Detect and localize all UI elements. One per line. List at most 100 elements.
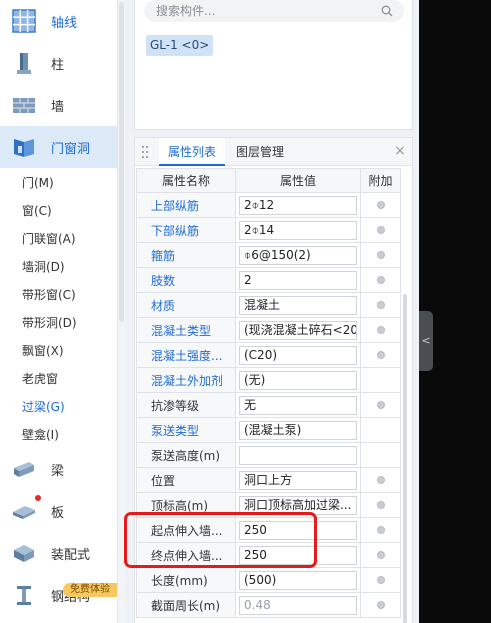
property-value-field[interactable]: 2	[239, 270, 357, 290]
property-value-field[interactable]: ⌽6@150(2)	[239, 245, 357, 265]
nav-sub-item[interactable]: 门(M)	[22, 173, 54, 193]
nav-category-prefab[interactable]: 装配式	[0, 532, 117, 574]
property-value-cell: (无)	[235, 367, 361, 393]
nav-category-label: 柱	[51, 57, 65, 73]
nav-category-axis[interactable]: 轴线	[0, 0, 117, 42]
component-list-panel: GL-1 <0>	[134, 0, 413, 130]
property-value-field[interactable]: 混凝土	[239, 295, 357, 315]
collapse-panel-button[interactable]: <	[419, 311, 433, 371]
nav-sub-item[interactable]: 门联窗(A)	[22, 229, 76, 249]
property-value-field[interactable]: 无	[239, 395, 357, 415]
extra-radio-icon[interactable]	[376, 251, 385, 259]
column-header-name: 属性名称	[136, 168, 236, 193]
nav-sub-item[interactable]: 窗(C)	[22, 201, 52, 221]
property-name[interactable]: 混凝土外加剂	[136, 367, 236, 393]
property-extra-cell	[360, 292, 401, 318]
drag-handle-icon[interactable]	[141, 145, 149, 159]
property-name[interactable]: 混凝土类型	[136, 317, 236, 343]
property-extra-cell	[360, 367, 401, 393]
property-extra-cell	[360, 417, 401, 443]
property-value-cell	[235, 442, 361, 468]
prefab-icon	[14, 545, 34, 562]
free-trial-badge[interactable]: 免费体验	[63, 583, 117, 597]
property-name: 长度(mm)	[136, 567, 236, 593]
component-item[interactable]: GL-1 <0>	[146, 35, 214, 56]
beam-icon	[14, 462, 34, 477]
property-value-field[interactable]: (混凝土泵)	[239, 420, 357, 440]
extra-radio-icon[interactable]	[376, 201, 385, 209]
column-icon	[17, 53, 31, 74]
extra-radio-icon[interactable]	[376, 551, 385, 559]
search-icon[interactable]	[381, 5, 393, 17]
nav-category-wall[interactable]: 墙	[0, 84, 117, 126]
extra-radio-icon[interactable]	[376, 401, 385, 409]
component-nav: 轴线 柱 墙 门窗洞 门(M) 窗(C) 门联窗(A) 墙洞(D) 带形窗(C)…	[0, 0, 117, 623]
search-input[interactable]	[144, 0, 404, 22]
highlight-box	[124, 512, 317, 568]
property-value-field[interactable]	[239, 445, 357, 465]
property-value-cell: 混凝土	[235, 292, 361, 318]
nav-category-door-window[interactable]: 门窗洞	[0, 126, 117, 168]
property-row: 抗渗等级无	[136, 392, 401, 418]
extra-radio-icon[interactable]	[376, 576, 385, 584]
property-name[interactable]: 下部纵筋	[136, 217, 236, 243]
slab-icon	[13, 506, 35, 519]
close-icon[interactable]: ×	[393, 144, 407, 158]
nav-category-slab[interactable]: 板	[0, 490, 117, 532]
nav-category-column[interactable]: 柱	[0, 42, 117, 84]
nav-sub-item[interactable]: 带形洞(D)	[22, 313, 77, 333]
property-extra-cell	[360, 492, 401, 518]
extra-radio-icon[interactable]	[376, 276, 385, 284]
property-row: 混凝土强度... (C20)	[136, 342, 401, 368]
property-name[interactable]: 上部纵筋	[136, 192, 236, 218]
property-row: 下部纵筋 2⌽14	[136, 217, 401, 243]
nav-sub-item-selected[interactable]: 过梁(G)	[22, 397, 65, 417]
property-value-cell: 洞口上方	[235, 467, 361, 493]
property-value-field[interactable]: 0.48	[239, 595, 357, 615]
property-value-cell: (混凝土泵)	[235, 417, 361, 443]
property-value-field[interactable]: (现浇混凝土碎石<20)	[239, 320, 357, 340]
property-name[interactable]: 材质	[136, 292, 236, 318]
extra-radio-icon[interactable]	[376, 601, 385, 609]
property-extra-cell	[360, 567, 401, 593]
extra-radio-icon[interactable]	[376, 501, 385, 509]
property-value-field[interactable]: (无)	[239, 370, 357, 390]
nav-sub-item[interactable]: 带形窗(C)	[22, 285, 76, 305]
property-row: 材质 混凝土	[136, 292, 401, 318]
nav-category-beam[interactable]: 梁	[0, 448, 117, 490]
property-name: 泵送高度(m)	[136, 442, 236, 468]
property-name[interactable]: 箍筋	[136, 242, 236, 268]
property-value-field[interactable]: (500)	[239, 570, 357, 590]
tab-layer-management[interactable]: 图层管理	[236, 138, 284, 166]
extra-radio-icon[interactable]	[376, 351, 385, 359]
property-extra-cell	[360, 392, 401, 418]
notification-dot	[35, 495, 41, 501]
property-extra-cell	[360, 592, 401, 618]
extra-radio-icon[interactable]	[376, 326, 385, 334]
nav-sub-item[interactable]: 飘窗(X)	[22, 341, 64, 361]
nav-category-label: 装配式	[51, 547, 91, 563]
brick-wall-icon	[13, 98, 35, 113]
property-row: 混凝土外加剂 (无)	[136, 367, 401, 393]
panel-tab-bar: 属性列表 图层管理 ×	[135, 138, 412, 166]
tab-property-list[interactable]: 属性列表	[159, 138, 225, 166]
property-value-field[interactable]: (C20)	[239, 345, 357, 365]
property-scrollbar[interactable]	[403, 294, 407, 623]
property-name: 抗渗等级	[136, 392, 236, 418]
extra-radio-icon[interactable]	[376, 526, 385, 534]
extra-radio-icon[interactable]	[376, 226, 385, 234]
property-value-field[interactable]: 2⌽14	[239, 220, 357, 240]
property-row: 位置 洞口上方	[136, 467, 401, 493]
extra-radio-icon[interactable]	[376, 476, 385, 484]
property-value-field[interactable]: 洞口上方	[239, 470, 357, 490]
property-name[interactable]: 肢数	[136, 267, 236, 293]
nav-sub-item[interactable]: 墙洞(D)	[22, 257, 65, 277]
property-name[interactable]: 混凝土强度...	[136, 342, 236, 368]
nav-category-label: 梁	[51, 463, 65, 479]
property-extra-cell	[360, 267, 401, 293]
property-name[interactable]: 泵送类型	[136, 417, 236, 443]
nav-sub-item[interactable]: 壁龛(I)	[22, 425, 59, 445]
extra-radio-icon[interactable]	[376, 301, 385, 309]
property-value-field[interactable]: 2⌽12	[239, 195, 357, 215]
nav-sub-item[interactable]: 老虎窗	[22, 369, 58, 389]
